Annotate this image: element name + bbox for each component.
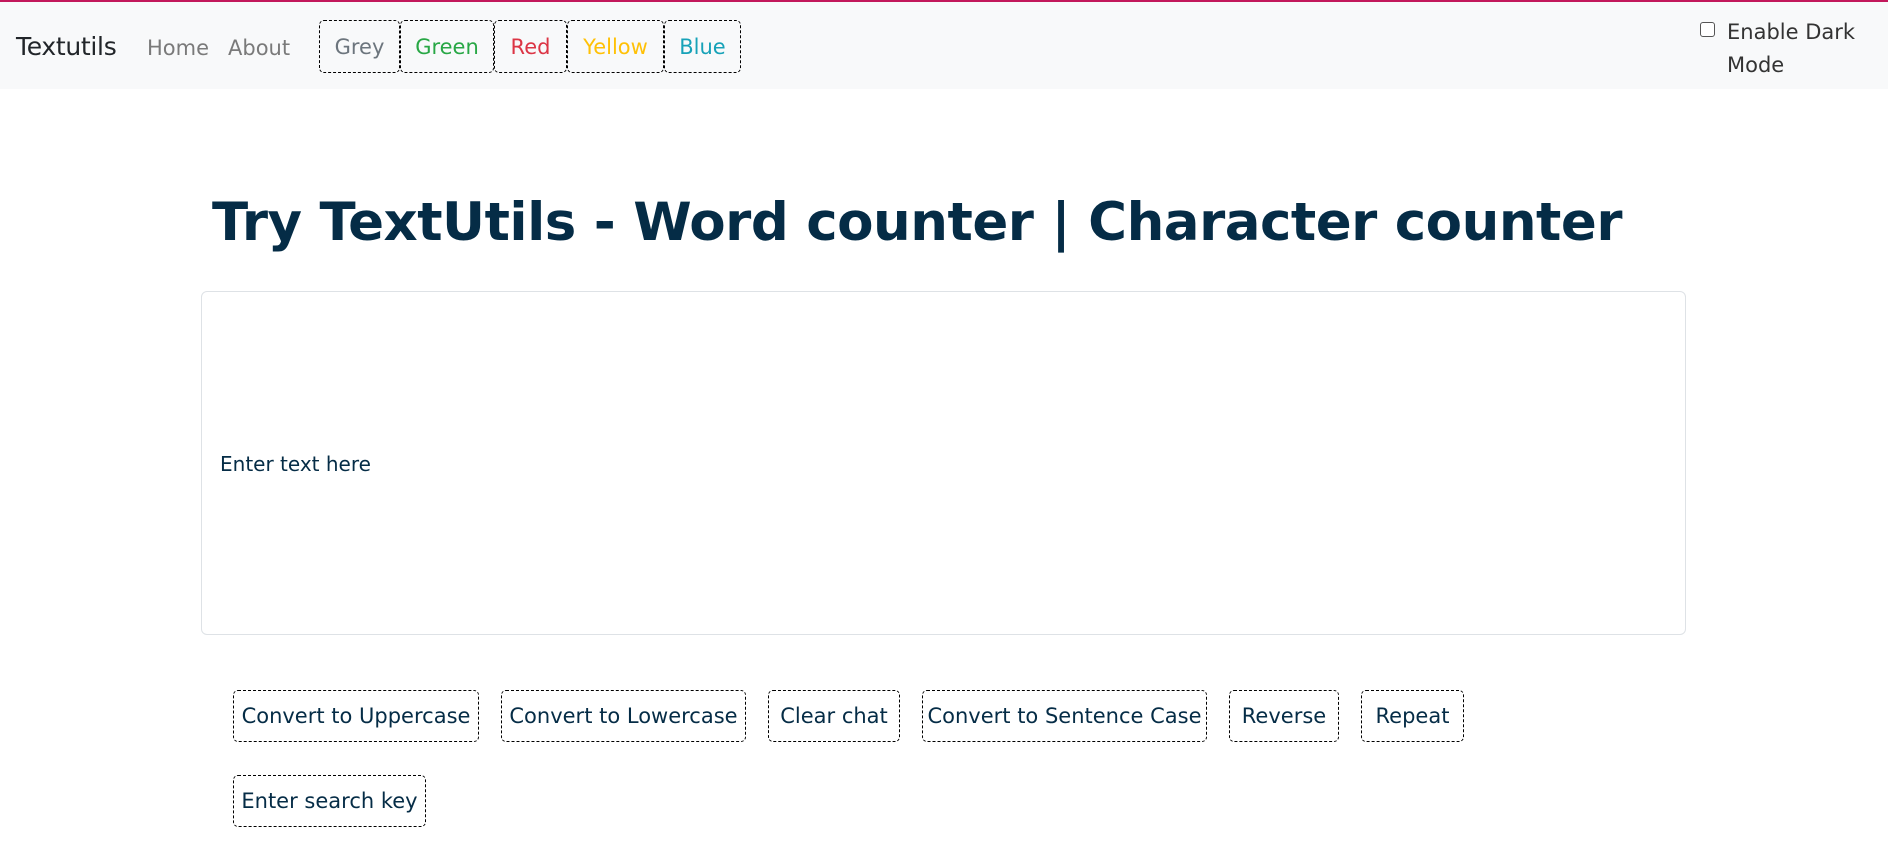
nav-link-home[interactable]: Home bbox=[147, 36, 209, 60]
clear-chat-button[interactable]: Clear chat bbox=[768, 690, 900, 742]
theme-yellow-button[interactable]: Yellow bbox=[567, 20, 664, 73]
theme-red-button[interactable]: Red bbox=[494, 20, 567, 73]
brand-logo[interactable]: Textutils bbox=[16, 32, 117, 61]
reverse-button[interactable]: Reverse bbox=[1229, 690, 1339, 742]
lowercase-button[interactable]: Convert to Lowercase bbox=[501, 690, 746, 742]
navbar: Textutils Home About Grey Green Red Yell… bbox=[0, 2, 1888, 89]
theme-green-button[interactable]: Green bbox=[400, 20, 494, 73]
text-input-area[interactable]: Enter text here bbox=[201, 291, 1686, 635]
uppercase-button[interactable]: Convert to Uppercase bbox=[233, 690, 479, 742]
page-title: Try TextUtils - Word counter | Character… bbox=[212, 192, 1622, 253]
theme-grey-button[interactable]: Grey bbox=[319, 20, 400, 73]
theme-blue-button[interactable]: Blue bbox=[664, 20, 741, 73]
dark-mode-checkbox[interactable] bbox=[1700, 22, 1715, 37]
search-key-button[interactable]: Enter search key bbox=[233, 775, 426, 827]
textarea-placeholder: Enter text here bbox=[220, 452, 371, 476]
dark-mode-label[interactable]: Enable Dark Mode bbox=[1727, 16, 1867, 82]
repeat-button[interactable]: Repeat bbox=[1361, 690, 1464, 742]
dark-mode-toggle[interactable]: Enable Dark Mode bbox=[1700, 16, 1870, 82]
nav-link-about[interactable]: About bbox=[228, 36, 290, 60]
sentence-case-button[interactable]: Convert to Sentence Case bbox=[922, 690, 1207, 742]
